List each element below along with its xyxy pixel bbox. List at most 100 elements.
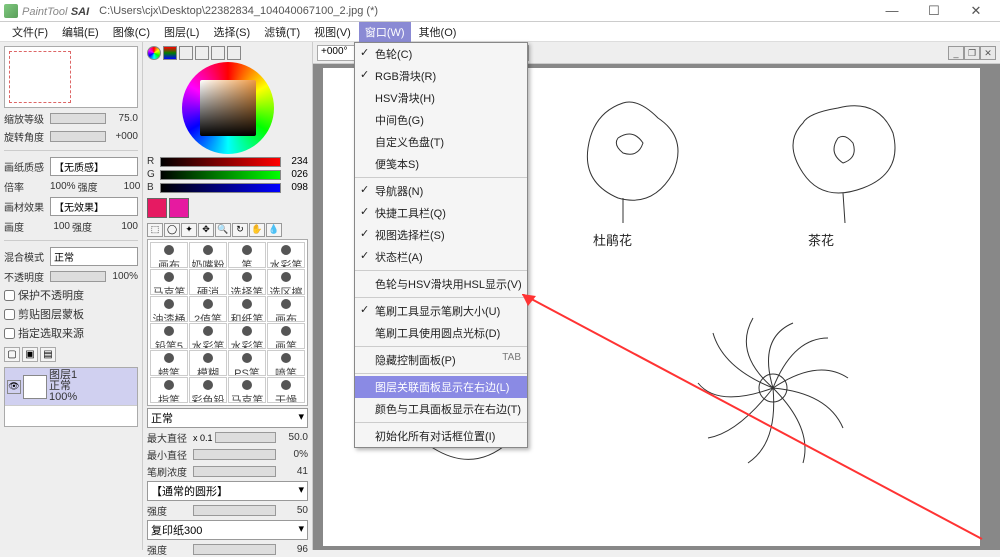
menu-window[interactable]: 窗口(W) [359, 22, 411, 42]
brush-cell[interactable]: 指笔 [150, 377, 188, 403]
menu-item[interactable]: 视图选择栏(S) [355, 224, 527, 246]
wand-tool-icon[interactable]: ✦ [181, 223, 197, 237]
lasso-tool-icon[interactable]: ◯ [164, 223, 180, 237]
menu-item[interactable]: 中间色(G) [355, 109, 527, 131]
doc-min-icon[interactable]: _ [948, 46, 964, 60]
color-wheel[interactable] [147, 62, 308, 154]
brush-cell[interactable]: 马克笔 [150, 269, 188, 295]
eyedropper-tool-icon[interactable]: 💧 [266, 223, 282, 237]
zoom-slider[interactable] [50, 113, 106, 124]
doc-restore-icon[interactable]: ❐ [964, 46, 980, 60]
menu-item[interactable]: 导航器(N) [355, 180, 527, 202]
layer-item[interactable]: 👁 图层1正常100% [5, 368, 137, 406]
marquee-tool-icon[interactable]: ⬚ [147, 223, 163, 237]
minimize-button[interactable]: — [878, 3, 906, 19]
brush-cell[interactable]: 蜡笔 [150, 350, 188, 376]
brush-cell[interactable]: 喷笔 [267, 350, 305, 376]
menu-item[interactable]: 笔刷工具使用圆点光标(D) [355, 322, 527, 344]
menu-select[interactable]: 选择(S) [207, 22, 256, 42]
opacity-slider[interactable] [50, 271, 106, 282]
menu-item[interactable]: 便笺本S) [355, 153, 527, 175]
brush-cell[interactable]: 模糊 [189, 350, 227, 376]
fg-color[interactable] [147, 198, 167, 218]
brush-cell[interactable]: 画布 [150, 242, 188, 268]
menu-item[interactable]: RGB滑块(R) [355, 65, 527, 87]
brush-cell[interactable]: 画笔 [267, 323, 305, 349]
menu-item[interactable]: 隐藏控制面板(P)TAB [355, 349, 527, 371]
brush-cell[interactable]: 选择笔 [228, 269, 266, 295]
brush-density-slider[interactable] [193, 466, 276, 477]
visibility-icon[interactable]: 👁 [7, 380, 21, 394]
menu-item[interactable]: 色轮(C) [355, 43, 527, 65]
menu-item[interactable]: 快捷工具栏(Q) [355, 202, 527, 224]
move-tool-icon[interactable]: ✥ [198, 223, 214, 237]
menu-item[interactable]: 图层关联面板显示在右边(L) [355, 376, 527, 398]
menu-item[interactable]: 自定义色盘(T) [355, 131, 527, 153]
brush-cell[interactable]: 水彩笔 [267, 242, 305, 268]
rgb-slider-icon[interactable] [163, 46, 177, 60]
brush-cell[interactable]: 2值笔 [189, 296, 227, 322]
brush-cell[interactable]: 奶嘴粉 [189, 242, 227, 268]
close-button[interactable]: ✕ [962, 3, 990, 19]
angle-input[interactable]: +000° [317, 45, 357, 61]
brush-cell[interactable]: 油漆桶 [150, 296, 188, 322]
brush-blend-dropdown[interactable]: 正常▾ [147, 408, 308, 428]
brush-min-slider[interactable] [193, 449, 276, 460]
b-value: 098 [284, 182, 308, 193]
brush-cell[interactable]: 彩色铅 [189, 377, 227, 403]
b-slider[interactable] [160, 183, 281, 193]
menu-file[interactable]: 文件(F) [6, 22, 54, 42]
brush-cell[interactable]: 选区擦 [267, 269, 305, 295]
clip-mask-check[interactable]: 剪贴图层蒙板 [4, 306, 138, 322]
brush-cell[interactable]: PS笔刷 [228, 350, 266, 376]
menu-canvas[interactable]: 图像(C) [107, 22, 156, 42]
brush-cell[interactable]: 水彩笔 [228, 323, 266, 349]
color-wheel-icon[interactable] [147, 46, 161, 60]
brush-size-slider[interactable] [215, 432, 276, 443]
hsv-slider-icon[interactable] [179, 46, 193, 60]
brush-paper-dropdown[interactable]: 复印纸300▾ [147, 520, 308, 540]
new-folder-button[interactable]: ▣ [22, 347, 38, 362]
brush-cell[interactable]: 干燥 [267, 377, 305, 403]
spec-origin-check[interactable]: 指定选取来源 [4, 325, 138, 341]
doc-close-icon[interactable]: ✕ [980, 46, 996, 60]
shape-strength-slider[interactable] [193, 505, 276, 516]
maximize-button[interactable]: ☐ [920, 3, 948, 19]
scratchpad-icon[interactable] [227, 46, 241, 60]
new-linework-button[interactable]: ▤ [40, 347, 56, 362]
protect-alpha-check[interactable]: 保护不透明度 [4, 287, 138, 303]
brush-cell[interactable]: 马克笔 [228, 377, 266, 403]
rotate-slider[interactable] [50, 131, 106, 142]
g-slider[interactable] [160, 170, 281, 180]
hand-tool-icon[interactable]: ✋ [249, 223, 265, 237]
r-slider[interactable] [160, 157, 281, 167]
menu-other[interactable]: 其他(O) [413, 22, 463, 42]
brush-cell[interactable]: 铅笔5 [150, 323, 188, 349]
bg-color[interactable] [169, 198, 189, 218]
rotate-tool-icon[interactable]: ↻ [232, 223, 248, 237]
intermediate-icon[interactable] [195, 46, 209, 60]
menu-view[interactable]: 视图(V) [308, 22, 357, 42]
texture-dropdown[interactable]: 【无质感】 [50, 157, 138, 176]
blend-dropdown[interactable]: 正常 [50, 247, 138, 266]
menu-item[interactable]: 色轮与HSV滑块用HSL显示(V) [355, 273, 527, 295]
effect-dropdown[interactable]: 【无效果】 [50, 197, 138, 216]
menu-item[interactable]: 颜色与工具面板显示在右边(T) [355, 398, 527, 420]
new-layer-button[interactable]: ▢ [4, 347, 20, 362]
menu-layer[interactable]: 图层(L) [158, 22, 205, 42]
navigator-thumbnail[interactable] [4, 46, 138, 108]
menu-item[interactable]: 状态栏(A) [355, 246, 527, 268]
brush-shape-dropdown[interactable]: 【通常的圆形】▾ [147, 481, 308, 501]
palette-icon[interactable] [211, 46, 225, 60]
brush-cell[interactable]: 画布 [267, 296, 305, 322]
brush-cell[interactable]: 笔 [228, 242, 266, 268]
brush-cell[interactable]: 硬消 [189, 269, 227, 295]
menu-item[interactable]: 初始化所有对话框位置(I) [355, 425, 527, 447]
menu-item[interactable]: HSV滑块(H) [355, 87, 527, 109]
zoom-tool-icon[interactable]: 🔍 [215, 223, 231, 237]
brush-cell[interactable]: 水彩笔 [189, 323, 227, 349]
menu-filter[interactable]: 滤镜(T) [258, 22, 306, 42]
brush-cell[interactable]: 和纸笔 [228, 296, 266, 322]
menu-item[interactable]: 笔刷工具显示笔刷大小(U) [355, 300, 527, 322]
menu-edit[interactable]: 编辑(E) [56, 22, 105, 42]
